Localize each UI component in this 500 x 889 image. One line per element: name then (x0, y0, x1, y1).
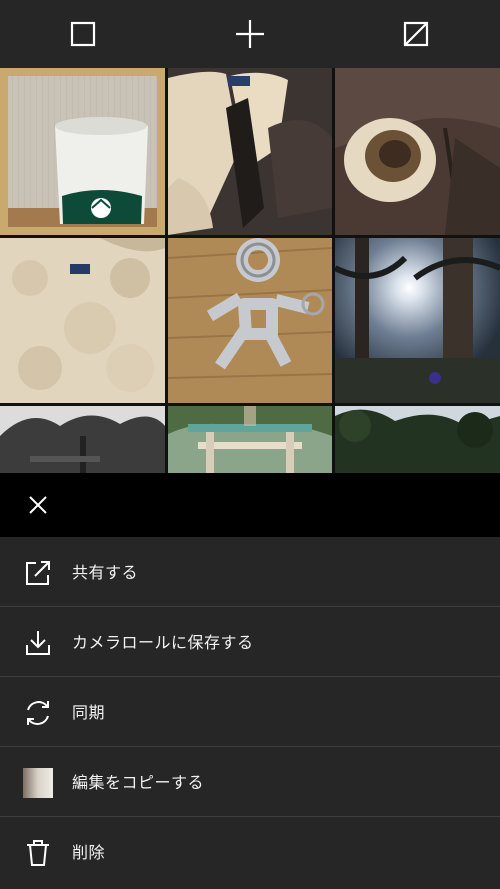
menu-item-save-camera-roll[interactable]: カメラロールに保存する (0, 607, 500, 677)
photo-jacket (168, 68, 332, 235)
download-icon (26, 631, 50, 655)
photo-thumbnail[interactable] (335, 68, 500, 235)
menu-item-delete[interactable]: 削除 (0, 817, 500, 887)
photo-keychain (168, 238, 332, 403)
photo-thumbnail[interactable] (335, 406, 500, 473)
compare-button[interactable] (396, 14, 436, 54)
photo-mug (8, 76, 157, 227)
select-frame-button[interactable] (63, 14, 103, 54)
trash-icon (27, 840, 49, 866)
action-sheet-header (0, 473, 500, 537)
photo-thumbnail[interactable] (0, 68, 165, 235)
photo-sleeve (335, 68, 500, 235)
menu-item-share[interactable]: 共有する (0, 537, 500, 607)
plus-icon (236, 20, 264, 48)
photo-thumbnail[interactable] (0, 406, 165, 473)
photo-thumbnail[interactable] (168, 68, 332, 235)
menu-item-label: カメラロールに保存する (72, 633, 254, 652)
photo-torii (168, 406, 332, 473)
menu-item-label: 編集をコピーする (72, 773, 205, 792)
add-button[interactable] (230, 14, 270, 54)
photo-fleece (0, 238, 165, 403)
share-icon (26, 561, 50, 585)
menu-item-label: 同期 (72, 703, 106, 722)
photo-grid (0, 68, 500, 473)
photo-forest (335, 406, 500, 473)
photo-thumbnail[interactable] (335, 238, 500, 403)
close-icon (29, 496, 47, 514)
close-button[interactable] (22, 489, 54, 521)
menu-item-label: 削除 (72, 843, 106, 862)
photo-trees-bw (0, 406, 165, 473)
menu-item-label: 共有する (72, 563, 139, 582)
photo-trees-sun (335, 238, 500, 403)
sync-icon (27, 701, 49, 725)
compare-icon (403, 21, 429, 47)
action-menu: 共有する カメラロールに保存する 同期 編集をコピーする 削除 (0, 537, 500, 889)
edit-thumbnail-icon (23, 768, 53, 798)
photo-thumbnail[interactable] (168, 238, 332, 403)
photo-thumbnail[interactable] (168, 406, 332, 473)
menu-item-copy-edits[interactable]: 編集をコピーする (0, 747, 500, 817)
photo-thumbnail[interactable] (0, 238, 165, 403)
select-frame-icon (70, 21, 96, 47)
menu-item-sync[interactable]: 同期 (0, 677, 500, 747)
top-toolbar (0, 0, 500, 68)
